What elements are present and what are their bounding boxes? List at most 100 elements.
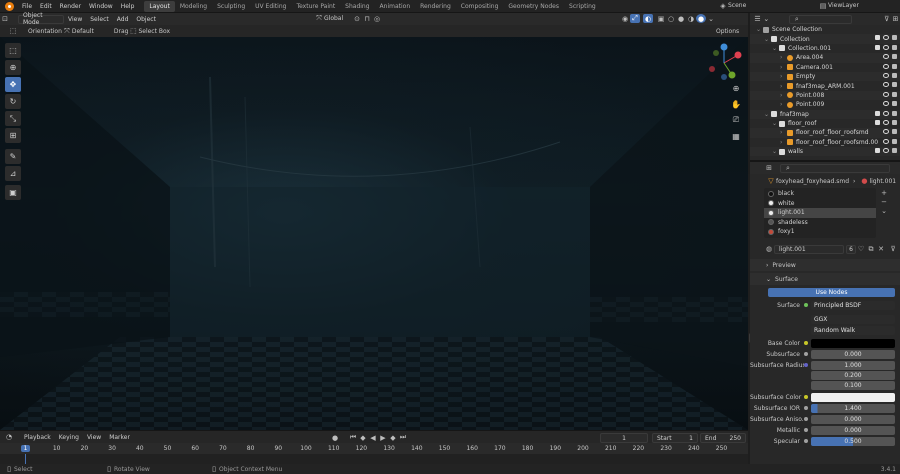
cursor-tool-icon[interactable]: ⊕	[5, 60, 21, 75]
render-camera-icon[interactable]	[892, 72, 897, 78]
outliner-row[interactable]: ⌄ Collection.001	[750, 44, 900, 53]
subsurface-radius-z[interactable]: 0.100	[811, 380, 895, 390]
move-tool-icon[interactable]: ✥	[5, 77, 21, 92]
exclude-checkbox[interactable]	[875, 110, 880, 116]
view-layer-name[interactable]: ViewLayer	[828, 2, 859, 9]
options-dropdown[interactable]: Options	[716, 28, 739, 35]
outliner-row[interactable]: › Point.008	[750, 90, 900, 101]
eye-icon[interactable]	[883, 129, 889, 135]
properties-search-input[interactable]: ⌕	[780, 163, 890, 173]
eye-icon[interactable]	[883, 119, 889, 125]
distribution-select[interactable]: GGX	[811, 314, 895, 324]
preview-panel-header[interactable]: › Preview	[750, 259, 900, 271]
eye-icon[interactable]	[883, 44, 889, 50]
outliner-row[interactable]: › Area.004	[750, 53, 900, 63]
render-camera-icon[interactable]	[892, 82, 897, 88]
overlays-icon[interactable]: ◐	[643, 14, 653, 23]
render-camera-icon[interactable]	[892, 63, 897, 69]
disclosure-icon[interactable]: ›	[780, 139, 787, 146]
subsurface-radius-y[interactable]: 0.200	[811, 370, 895, 380]
visibility-icon[interactable]: ◉	[620, 14, 630, 23]
eye-icon[interactable]	[883, 148, 889, 154]
disclosure-icon[interactable]: ›	[780, 83, 787, 90]
current-frame-field[interactable]: 1	[600, 433, 648, 443]
menu-playback[interactable]: Playback	[20, 431, 55, 443]
render-camera-icon[interactable]	[892, 138, 897, 144]
subsurface-field[interactable]: 0.000	[811, 349, 895, 359]
tab-layout[interactable]: Layout	[144, 0, 175, 12]
disclosure-icon[interactable]: ›	[780, 92, 787, 99]
disclosure-icon[interactable]: ⌄	[764, 36, 771, 43]
tab-geometry-nodes[interactable]: Geometry Nodes	[503, 1, 564, 12]
menu-render[interactable]: Render	[56, 0, 85, 13]
tab-uv-editing[interactable]: UV Editing	[250, 1, 291, 12]
outliner-row[interactable]: › floor_roof_floor_roofsmd.00	[750, 138, 900, 147]
start-frame-field[interactable]: Start 1	[652, 433, 698, 443]
menu-timeline-view[interactable]: View	[83, 431, 105, 443]
editor-type-icon[interactable]: ⊡	[0, 15, 10, 24]
eye-icon[interactable]	[883, 101, 889, 107]
material-slot[interactable]: black	[764, 189, 876, 199]
eye-icon[interactable]	[883, 63, 889, 69]
outliner-row[interactable]: ⌄ Collection	[750, 34, 900, 44]
render-camera-icon[interactable]	[892, 119, 897, 125]
menu-window[interactable]: Window	[85, 0, 117, 13]
disclosure-icon[interactable]: ⌄	[772, 148, 779, 155]
outliner-filter-funnel-icon[interactable]: ⊽	[882, 15, 891, 24]
remove-slot-icon[interactable]: −	[879, 197, 889, 206]
tab-scripting[interactable]: Scripting	[564, 1, 601, 12]
shading-wireframe-icon[interactable]: ○	[666, 14, 676, 23]
prev-keyframe-icon[interactable]: ◆	[358, 433, 368, 442]
material-slot[interactable]: foxy1	[764, 227, 876, 237]
menu-view[interactable]: View	[64, 13, 86, 25]
3d-viewport[interactable]: ⬚ ⊕ ✥ ↻ ⤡ ⊞ ✎ ⊿ ▣ ⊕ ✋ ⎚ ▦	[0, 37, 748, 430]
metallic-field[interactable]: 0.000	[811, 425, 895, 435]
transform-tool-icon[interactable]: ⊞	[5, 128, 21, 143]
tab-modeling[interactable]: Modeling	[175, 1, 212, 12]
subsurface-radius-x[interactable]: 1.000	[811, 360, 895, 370]
render-camera-icon[interactable]	[892, 148, 897, 154]
annotate-tool-icon[interactable]: ✎	[5, 149, 21, 164]
base-color-swatch[interactable]	[811, 338, 895, 348]
render-camera-icon[interactable]	[892, 101, 897, 107]
eye-icon[interactable]	[883, 72, 889, 78]
properties-editor-icon[interactable]: ⊞	[764, 164, 774, 173]
menu-keying[interactable]: Keying	[55, 431, 83, 443]
material-slot[interactable]: light.001	[764, 208, 876, 218]
measure-tool-icon[interactable]: ⊿	[5, 166, 21, 181]
tab-animation[interactable]: Animation	[375, 1, 416, 12]
new-material-icon[interactable]: ⧉	[866, 245, 876, 254]
ortho-grid-icon[interactable]: ▦	[729, 129, 743, 143]
eye-icon[interactable]	[883, 54, 889, 60]
exclude-checkbox[interactable]	[875, 35, 880, 41]
use-nodes-button[interactable]: Use Nodes	[768, 288, 895, 297]
surface-shader-select[interactable]: Principled BSDF	[811, 300, 895, 310]
subsurface-ior-field[interactable]: 1.400	[811, 403, 895, 413]
material-slot[interactable]: white	[764, 199, 876, 209]
eye-icon[interactable]	[883, 35, 889, 41]
eye-icon[interactable]	[883, 110, 889, 116]
outliner-row[interactable]: › Camera.001	[750, 63, 900, 72]
pivot-icon[interactable]: ⊙	[352, 14, 362, 23]
disclosure-icon[interactable]: ›	[780, 73, 787, 80]
tab-compositing[interactable]: Compositing	[456, 1, 504, 12]
record-icon[interactable]: ●	[330, 433, 340, 442]
shading-options-icon[interactable]: ⌄	[706, 14, 716, 23]
exclude-checkbox[interactable]	[875, 44, 880, 50]
fake-user-icon[interactable]: ♡	[856, 245, 866, 254]
snap-icon[interactable]: ⊓	[362, 14, 372, 23]
exclude-checkbox[interactable]	[875, 119, 880, 125]
specular-field[interactable]: 0.500	[811, 436, 895, 446]
outliner-filter-icon[interactable]: ⌄	[762, 15, 771, 24]
timeline-body[interactable]	[0, 454, 748, 464]
play-icon[interactable]: ▶	[378, 433, 388, 442]
tab-shading[interactable]: Shading	[340, 1, 374, 12]
menu-select[interactable]: Select	[86, 13, 113, 25]
render-camera-icon[interactable]	[892, 44, 897, 50]
outliner-row[interactable]: ⌄ walls	[750, 147, 900, 157]
outliner-row[interactable]: ⌄ Scene Collection	[750, 25, 900, 34]
next-keyframe-icon[interactable]: ◆	[388, 433, 398, 442]
shading-rendered-icon[interactable]: ●	[696, 14, 706, 23]
tab-texture-paint[interactable]: Texture Paint	[291, 1, 340, 12]
exclude-checkbox[interactable]	[875, 148, 880, 154]
